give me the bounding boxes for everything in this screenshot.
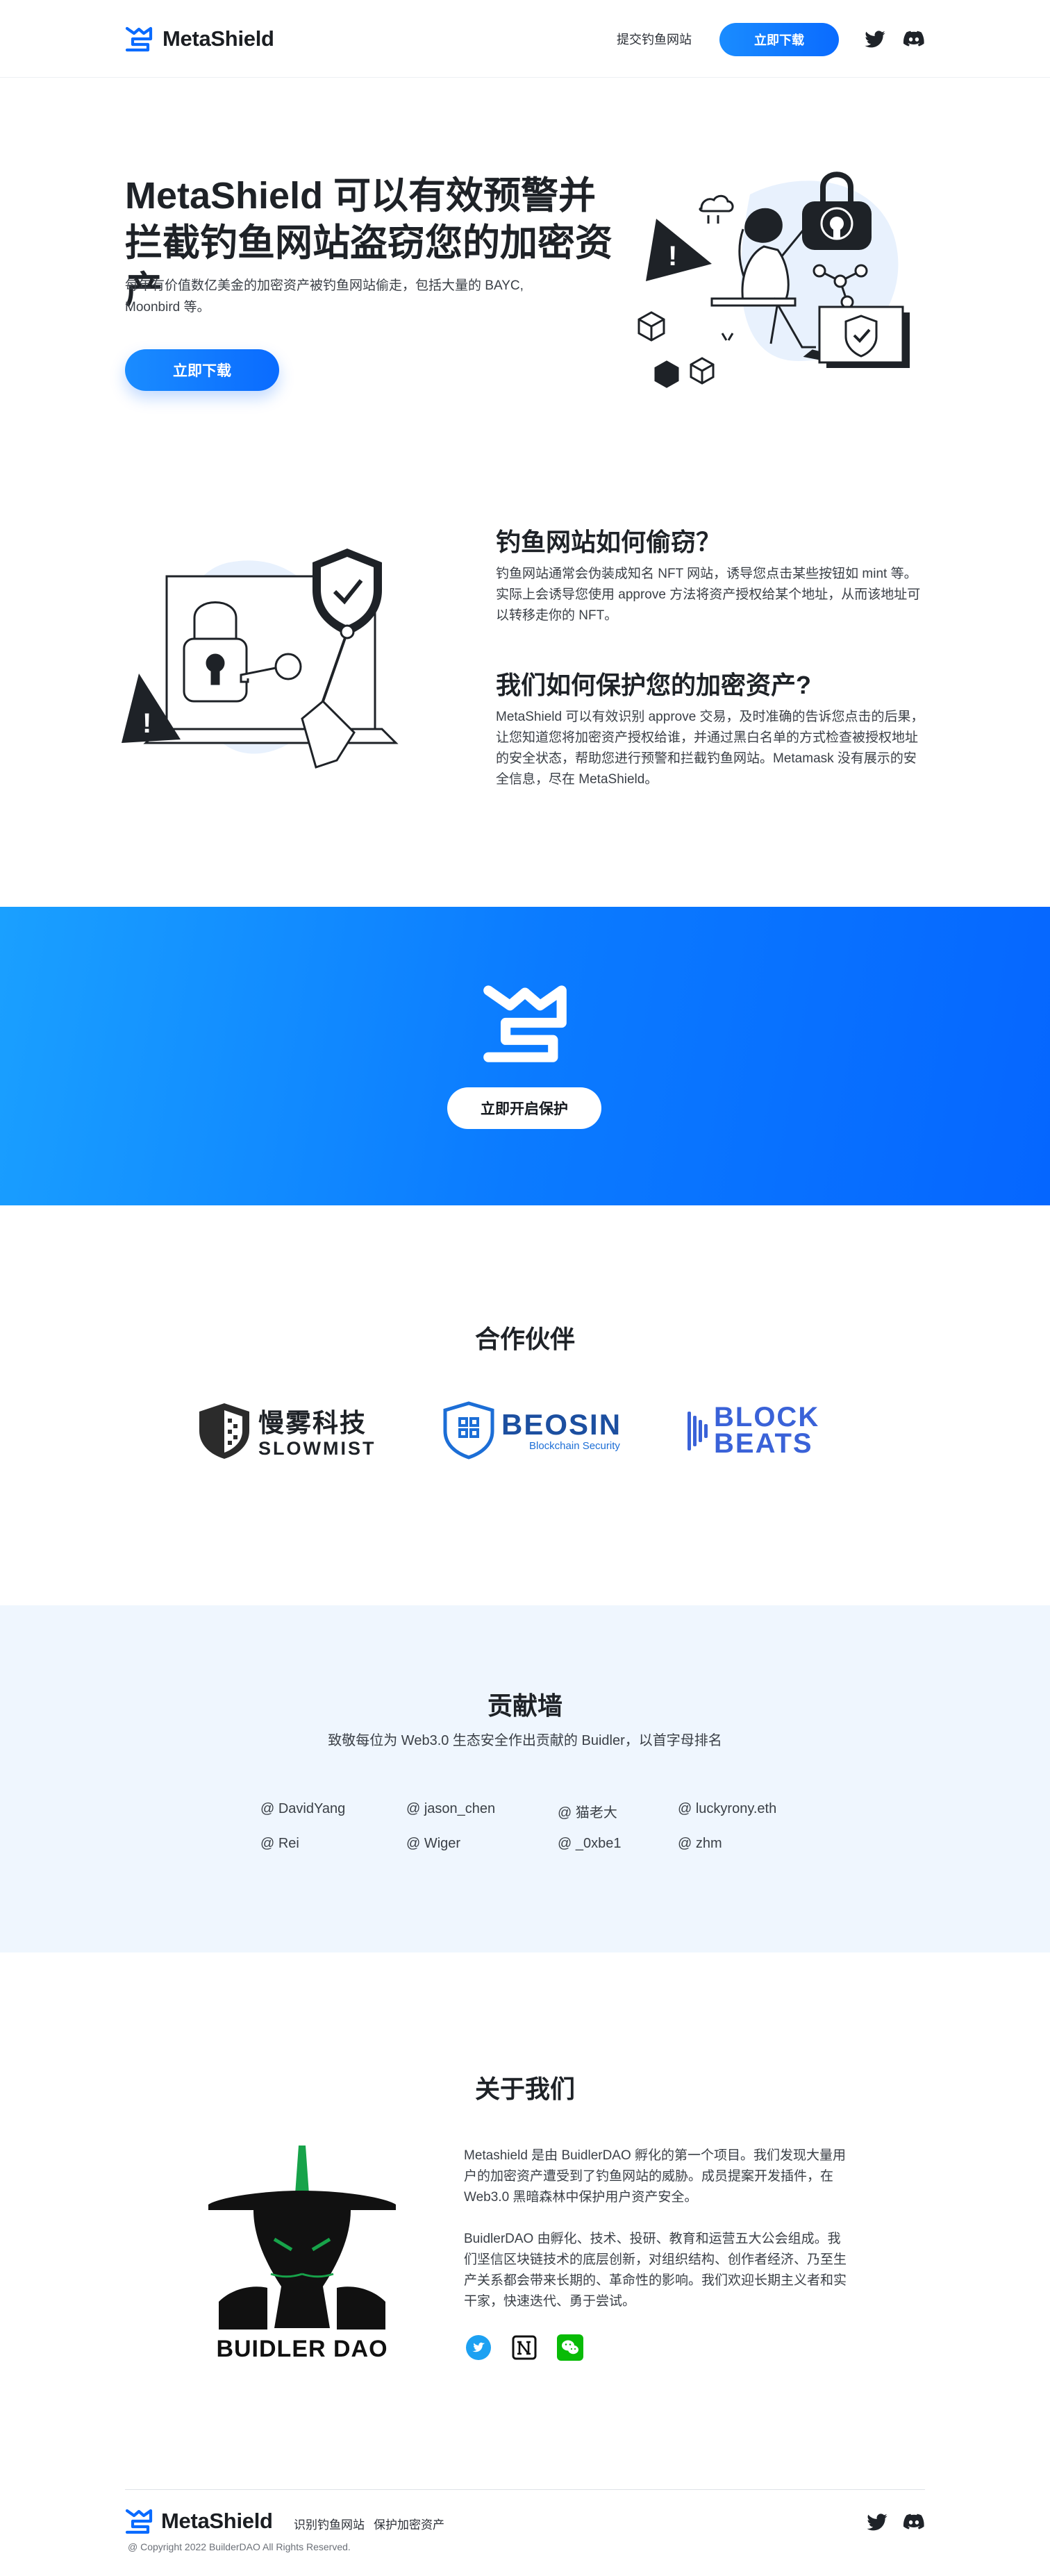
contributors-title: 贡献墙 (487, 1691, 562, 1720)
svg-text:!: ! (668, 241, 677, 271)
contributor-name[interactable]: @ DavidYang (260, 1801, 345, 1817)
blockbeats-line1: BLOCK (714, 1402, 820, 1432)
hero-illustration: ! (638, 172, 910, 388)
buidlerdao-logo: BUIDLER DAO (205, 2142, 399, 2364)
site-header: MetaShield 提交钓鱼网站 立即下载 (0, 0, 1050, 78)
slowmist-name-en: SLOWMIST (258, 1437, 376, 1459)
blockbeats-line2: BEATS (714, 1428, 813, 1459)
cta-banner: 立即开启保护 (0, 907, 1050, 1205)
contributor-name[interactable]: @ Wiger (406, 1836, 460, 1852)
beosin-name: BEOSIN (501, 1407, 622, 1441)
buidlerdao-wordmark: BUIDLER DAO (216, 2336, 388, 2362)
about-paragraph-2: BuidlerDAO 由孵化、技术、投研、教育和运营五大公会组成。我们坚信区块链… (464, 2232, 847, 2309)
footer-brand-name: MetaShield (161, 2509, 273, 2533)
brand-name: MetaShield (162, 26, 274, 51)
slowmist-name-cn: 慢雾科技 (258, 1408, 367, 1437)
footer-link-identify[interactable]: 识别钓鱼网站 (294, 2515, 365, 2532)
notion-icon[interactable] (511, 2334, 538, 2361)
submit-phishing-link[interactable]: 提交钓鱼网站 (617, 30, 692, 48)
beosin-wordmark: BEOSIN Blockchain Security (501, 1407, 622, 1452)
contributor-name[interactable]: @ jason_chen (406, 1801, 495, 1817)
twitter-icon[interactable] (465, 2334, 492, 2361)
how-protect-title: 我们如何保护您的加密资产? (496, 671, 811, 699)
wechat-icon[interactable] (557, 2334, 583, 2361)
discord-icon[interactable] (903, 2511, 925, 2533)
cubes-icon (638, 311, 734, 388)
partner-beosin[interactable]: BEOSIN Blockchain Security (442, 1396, 622, 1465)
how-steal-title: 钓鱼网站如何偷窃？ (496, 528, 722, 556)
blockbeats-wordmark: BLOCK BEATS (714, 1402, 820, 1459)
brand-logo[interactable]: MetaShield (125, 25, 274, 53)
metashield-logo-icon (483, 985, 567, 1062)
footer-divider (125, 2489, 925, 2490)
partners-title: 合作伙伴 (474, 1325, 575, 1353)
footer-link-protect[interactable]: 保护加密资产 (374, 2515, 444, 2532)
phishing-illustration: ! (122, 549, 399, 769)
beosin-tagline: Blockchain Security (529, 1439, 620, 1452)
footer-brand-logo[interactable]: MetaShield (125, 2508, 273, 2534)
how-steal-text: 钓鱼网站通常会伪装成知名 NFT 网站，诱导您点击某些按钮如 mint 等。实际… (496, 567, 921, 623)
shield-card-icon (818, 306, 910, 368)
metashield-logo-icon (125, 26, 153, 52)
twitter-icon[interactable] (866, 2511, 888, 2533)
discord-icon[interactable] (903, 28, 925, 50)
contributor-name[interactable]: @ luckyrony.eth (678, 1801, 776, 1817)
contributors-section (0, 1605, 1050, 1952)
header-download-button[interactable]: 立即下载 (719, 23, 839, 56)
start-protection-button[interactable]: 立即开启保护 (447, 1087, 601, 1129)
contributor-name[interactable]: @ 猫老大 (558, 1801, 617, 1821)
about-title: 关于我们 (474, 2075, 575, 2103)
hero-title-line1: MetaShield 可以有效预警并 (125, 175, 597, 217)
contributor-name[interactable]: @ _0xbe1 (558, 1836, 621, 1852)
warning-triangle-icon: ! (646, 219, 712, 281)
cloud-icon (699, 194, 734, 224)
unicorn-logo-icon (208, 2146, 396, 2330)
how-protect-text: MetaShield 可以有效识别 approve 交易，及时准确的告诉您点击的… (496, 710, 924, 787)
contributor-name[interactable]: @ zhm (678, 1836, 722, 1852)
hero-download-button[interactable]: 立即下载 (125, 349, 279, 391)
twitter-icon[interactable] (864, 28, 886, 50)
partner-blockbeats[interactable]: BLOCK BEATS (688, 1396, 819, 1465)
partner-slowmist[interactable]: 慢雾科技 SLOWMIST (194, 1396, 376, 1465)
contributors-subtitle: 致敬每位为 Web3.0 生态安全作出贡献的 Buidler，以首字母排名 (328, 1733, 722, 1748)
slowmist-logo-icon (199, 1403, 249, 1459)
beosin-logo-icon (443, 1401, 494, 1460)
about-paragraph-1: Metashield 是由 BuidlerDAO 孵化的第一个项目。我们发现大量… (464, 2148, 847, 2205)
copyright-text: @ Copyright 2022 BuilderDAO All Rights R… (128, 2541, 351, 2552)
metashield-logo-icon (125, 2509, 153, 2534)
blockbeats-logo-icon (688, 1412, 708, 1450)
svg-text:!: ! (142, 708, 151, 739)
slowmist-wordmark: 慢雾科技 SLOWMIST (258, 1402, 376, 1460)
contributor-name[interactable]: @ Rei (260, 1836, 299, 1852)
hero-description: 每年有价值数亿美金的加密资产被钓鱼网站偷走，包括大量的 BAYC, Moonbi… (125, 278, 524, 315)
